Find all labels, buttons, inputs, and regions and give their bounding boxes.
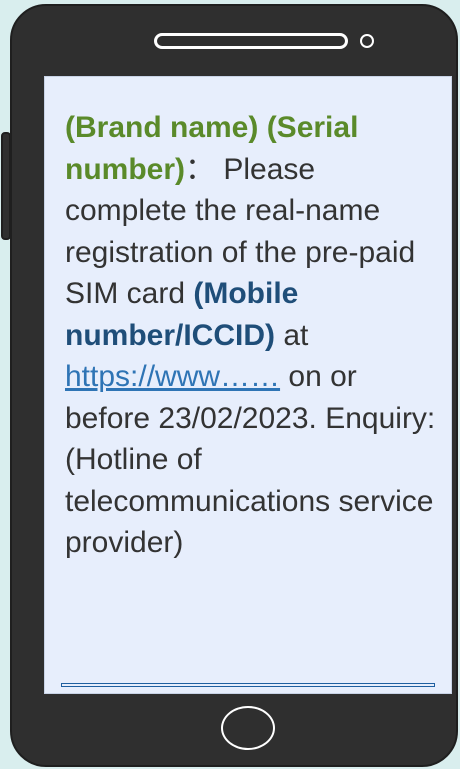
message-at: at	[283, 318, 309, 352]
message-divider	[61, 683, 435, 687]
separator: ：	[185, 152, 215, 186]
phone-screen: (Brand name) (Serial number)： Please com…	[44, 76, 452, 694]
sms-message: (Brand name) (Serial number)： Please com…	[65, 107, 437, 564]
speaker-slot-icon	[154, 33, 348, 49]
front-camera-icon	[360, 34, 374, 48]
registration-link[interactable]: https://www……	[65, 360, 280, 393]
home-button-icon[interactable]	[221, 706, 275, 750]
mobile-phone: (Brand name) (Serial number)： Please com…	[10, 4, 458, 767]
